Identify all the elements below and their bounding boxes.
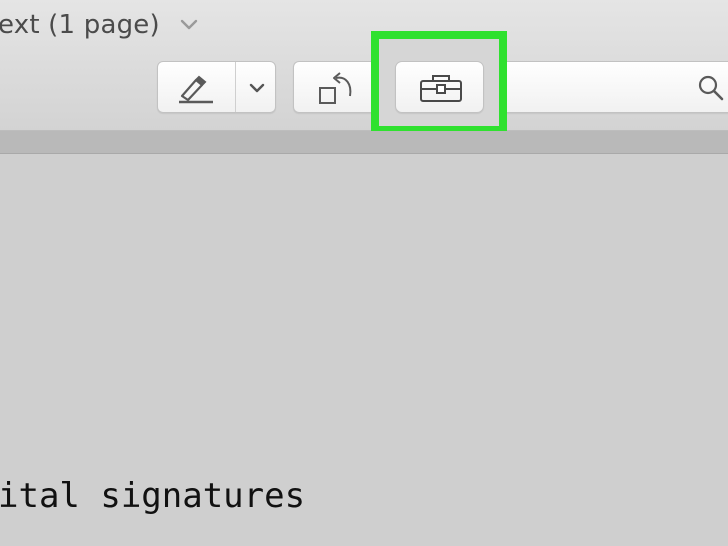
title-bar: ext (1 page) xyxy=(0,0,728,134)
pen-icon[interactable] xyxy=(176,72,216,104)
markup-button-group[interactable] xyxy=(157,61,276,113)
chevron-down-icon[interactable] xyxy=(178,14,200,36)
toolbox-button[interactable] xyxy=(395,61,484,113)
preview-window: ext (1 page) ital signatures xyxy=(0,0,728,546)
chevron-down-icon[interactable] xyxy=(247,78,267,98)
document-text: ital signatures xyxy=(0,476,306,516)
search-field[interactable] xyxy=(500,61,728,113)
rotate-button[interactable] xyxy=(293,61,373,113)
window-title: ext (1 page) xyxy=(0,10,160,40)
toolbar-separator xyxy=(0,131,728,154)
toolbox-icon[interactable] xyxy=(419,73,463,103)
search-icon[interactable] xyxy=(697,74,725,102)
button-divider xyxy=(235,62,236,112)
rotate-icon[interactable] xyxy=(316,68,356,108)
